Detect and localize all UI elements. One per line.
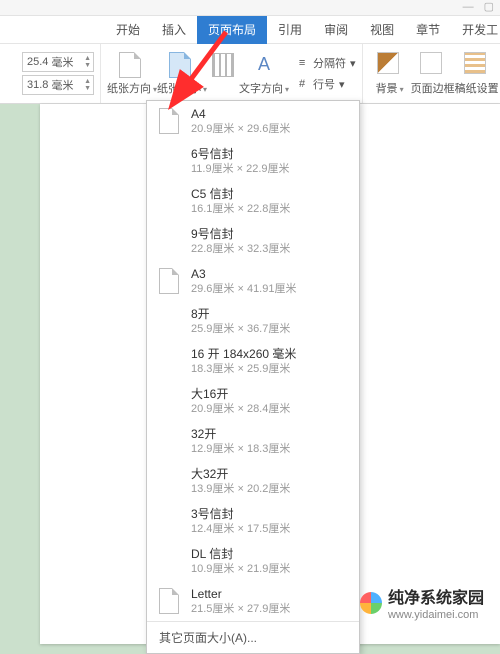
size-option-7[interactable]: 大16开20.9厘米 × 28.4厘米 (147, 381, 359, 421)
margin-top-input[interactable]: 25.4 毫米 ▲▼ (22, 52, 94, 72)
size-name: 8开 (191, 307, 290, 322)
size-dimensions: 29.6厘米 × 41.91厘米 (191, 282, 296, 296)
size-dimensions: 20.9厘米 × 29.6厘米 (191, 122, 290, 136)
titlebar: — ▢ (0, 0, 500, 16)
watermark-url: www.yidaimei.com (388, 609, 484, 621)
page-border-button[interactable]: 页面边框 (411, 52, 455, 96)
margin-bottom-input[interactable]: 31.8 毫米 ▲▼ (22, 75, 94, 95)
size-name: 32开 (191, 427, 290, 442)
margin-top-value: 25.4 (27, 56, 48, 68)
tab-5[interactable]: 视图 (359, 16, 405, 44)
tab-6[interactable]: 章节 (405, 16, 451, 44)
group-background: 背景▾ 页面边框 稿纸设置 (363, 44, 500, 103)
breaks-button[interactable]: ≡ 分隔符 ▾ (295, 54, 356, 72)
size-name: 6号信封 (191, 147, 290, 162)
size-name: 9号信封 (191, 227, 290, 242)
size-option-6[interactable]: 16 开 184x260 毫米18.3厘米 × 25.9厘米 (147, 341, 359, 381)
size-name: Letter (191, 587, 290, 602)
watermark: 纯净系统家园 www.yidaimei.com (360, 584, 484, 621)
paper-setting-button[interactable]: 稿纸设置 (455, 52, 499, 96)
size-dimensions: 11.9厘米 × 22.9厘米 (191, 162, 290, 176)
chevron-down-icon: ▾ (285, 85, 289, 94)
size-dimensions: 16.1厘米 × 22.8厘米 (191, 202, 290, 216)
margin-bottom-value: 31.8 (27, 79, 48, 91)
linenum-icon: # (295, 77, 309, 91)
paper-size-dropdown: A420.9厘米 × 29.6厘米6号信封11.9厘米 × 22.9厘米C5 信… (146, 100, 360, 654)
chevron-down-icon: ▾ (350, 57, 356, 70)
size-name: DL 信封 (191, 547, 290, 562)
background-button[interactable]: 背景▾ (369, 52, 411, 96)
text-direction-button[interactable]: A 文字方向▾ (239, 52, 289, 96)
size-option-12[interactable]: Letter21.5厘米 × 27.9厘米 (147, 581, 359, 621)
margin-top-unit: 毫米 (51, 54, 73, 70)
size-dimensions: 25.9厘米 × 36.7厘米 (191, 322, 290, 336)
size-name: C5 信封 (191, 187, 290, 202)
size-option-3[interactable]: 9号信封22.8厘米 × 32.3厘米 (147, 221, 359, 261)
annotation-arrow (126, 28, 246, 118)
size-option-9[interactable]: 大32开13.9厘米 × 20.2厘米 (147, 461, 359, 501)
watermark-title: 纯净系统家园 (388, 584, 484, 608)
size-option-10[interactable]: 3号信封12.4厘米 × 17.5厘米 (147, 501, 359, 541)
size-option-11[interactable]: DL 信封10.9厘米 × 21.9厘米 (147, 541, 359, 581)
size-name: 16 开 184x260 毫米 (191, 347, 296, 362)
break-icon: ≡ (295, 56, 309, 70)
tab-bar: 开始插入页面布局引用审阅视图章节开发工 (0, 16, 500, 44)
size-dimensions: 12.9厘米 × 18.3厘米 (191, 442, 290, 456)
size-name: 大32开 (191, 467, 290, 482)
size-dimensions: 18.3厘米 × 25.9厘米 (191, 362, 296, 376)
size-dimensions: 13.9厘米 × 20.2厘米 (191, 482, 290, 496)
size-name: A3 (191, 267, 296, 282)
size-dimensions: 10.9厘米 × 21.9厘米 (191, 562, 290, 576)
size-option-5[interactable]: 8开25.9厘米 × 36.7厘米 (147, 301, 359, 341)
tab-7[interactable]: 开发工 (451, 16, 500, 44)
size-other-option[interactable]: 其它页面大小(A)... (147, 621, 359, 653)
watermark-logo-icon (360, 592, 382, 614)
spinner[interactable]: ▲▼ (84, 78, 91, 92)
size-option-2[interactable]: C5 信封16.1厘米 × 22.8厘米 (147, 181, 359, 221)
size-dimensions: 20.9厘米 × 28.4厘米 (191, 402, 290, 416)
chevron-down-icon: ▾ (400, 85, 404, 94)
window-maximize[interactable]: ▢ (484, 2, 494, 13)
margin-bottom-unit: 毫米 (51, 77, 73, 93)
size-dimensions: 12.4厘米 × 17.5厘米 (191, 522, 290, 536)
size-name: 3号信封 (191, 507, 290, 522)
tab-4[interactable]: 审阅 (313, 16, 359, 44)
size-option-4[interactable]: A329.6厘米 × 41.91厘米 (147, 261, 359, 301)
size-dimensions: 21.5厘米 × 27.9厘米 (191, 602, 290, 616)
size-dimensions: 22.8厘米 × 32.3厘米 (191, 242, 290, 256)
size-option-8[interactable]: 32开12.9厘米 × 18.3厘米 (147, 421, 359, 461)
size-option-1[interactable]: 6号信封11.9厘米 × 22.9厘米 (147, 141, 359, 181)
chevron-down-icon: ▾ (339, 78, 345, 91)
window-minimize[interactable]: — (463, 2, 474, 13)
group-margins: 25.4 毫米 ▲▼ 31.8 毫米 ▲▼ (0, 44, 101, 103)
spinner[interactable]: ▲▼ (84, 55, 91, 69)
tab-3[interactable]: 引用 (267, 16, 313, 44)
size-name: 大16开 (191, 387, 290, 402)
ribbon: 25.4 毫米 ▲▼ 31.8 毫米 ▲▼ 纸张方向▾ 纸张大小▾ 分栏 A (0, 44, 500, 104)
line-number-button[interactable]: # 行号 ▾ (295, 75, 356, 93)
